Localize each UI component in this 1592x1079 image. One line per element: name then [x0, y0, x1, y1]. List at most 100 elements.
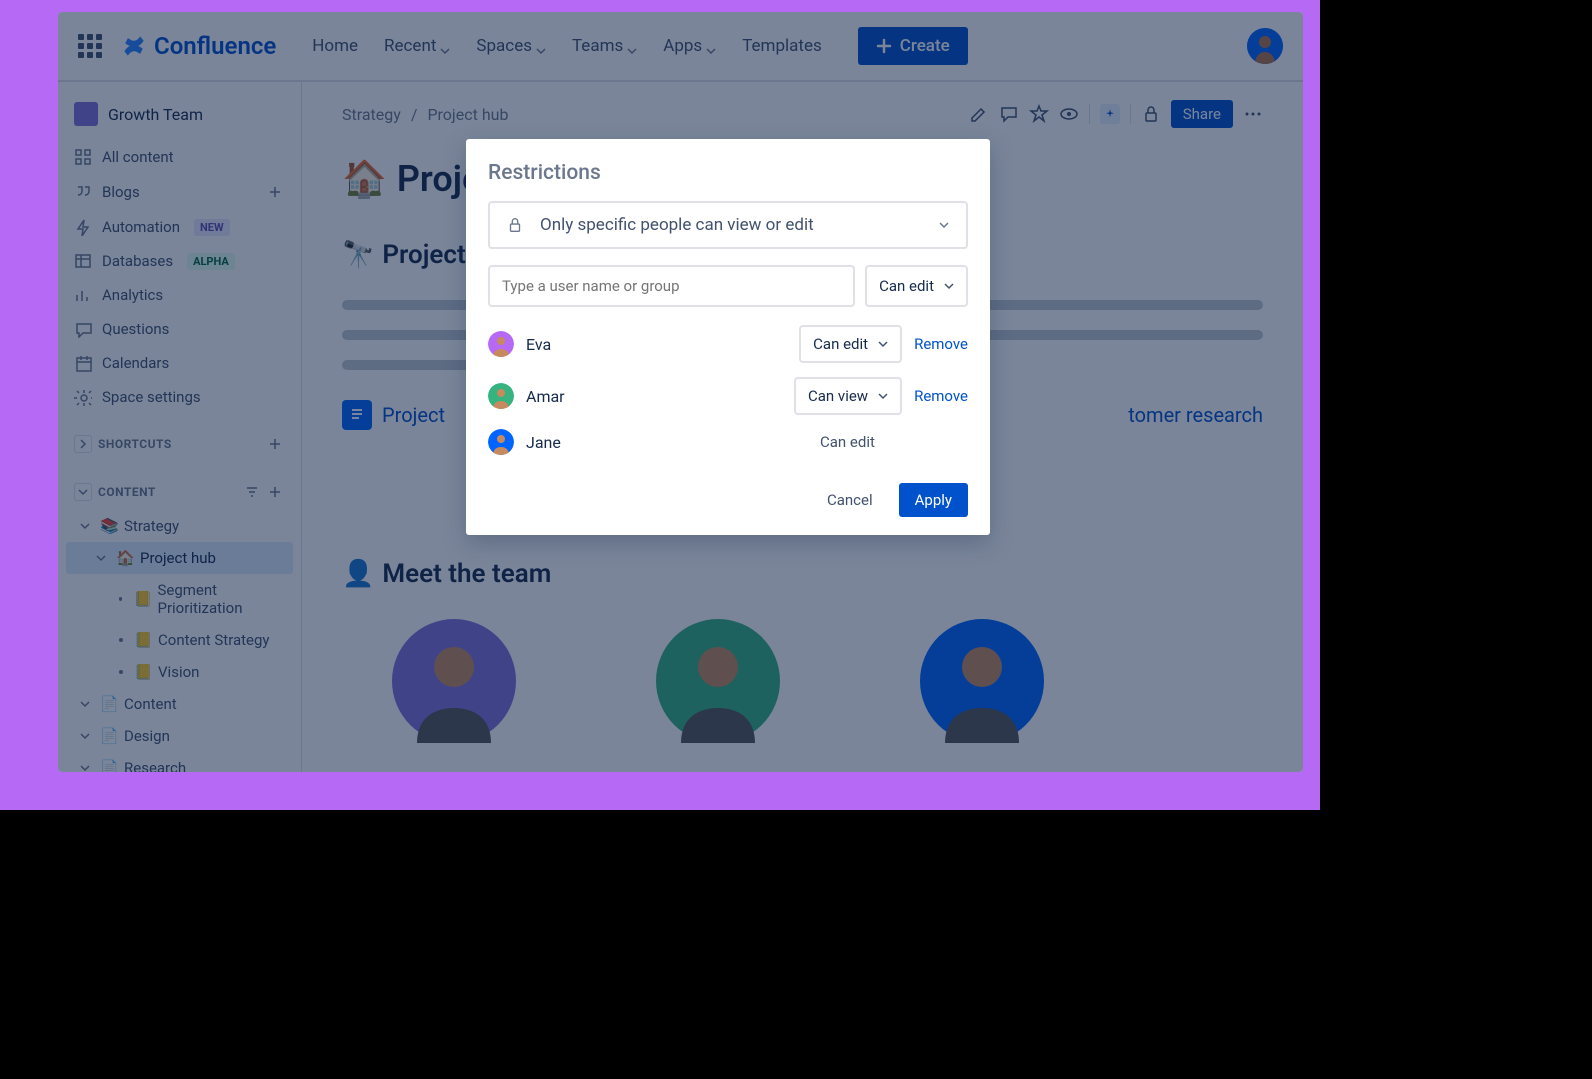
sidebar-item-all-content[interactable]: All content: [66, 140, 293, 174]
tree-item-segment-prioritization[interactable]: 📒Segment Prioritization: [66, 574, 293, 624]
chevron-down-icon[interactable]: [80, 759, 94, 772]
add-shortcut-button[interactable]: [265, 434, 285, 454]
chevron-down-icon: [938, 219, 950, 231]
user-search-input[interactable]: [488, 265, 855, 307]
confluence-logo[interactable]: Confluence: [120, 32, 276, 60]
watch-icon[interactable]: [1059, 104, 1079, 124]
star-icon[interactable]: [1029, 104, 1049, 124]
sidebar-item-label: Questions: [102, 320, 169, 338]
filter-icon[interactable]: [245, 485, 259, 499]
apply-button[interactable]: Apply: [899, 483, 968, 517]
restrictions-modal: Restrictions Only specific people can vi…: [466, 139, 990, 535]
permission-select[interactable]: Can edit: [865, 265, 968, 307]
page-link[interactable]: tomer research: [1128, 403, 1263, 427]
nav-item-teams[interactable]: Teams: [572, 36, 637, 56]
nav-item-templates[interactable]: Templates: [742, 36, 822, 56]
nav-item-apps[interactable]: Apps: [663, 36, 716, 56]
sidebar-item-databases[interactable]: DatabasesALPHA: [66, 244, 293, 278]
tree-item-content[interactable]: 📄Content: [66, 688, 293, 720]
remove-link[interactable]: Remove: [914, 387, 968, 405]
breadcrumb-item[interactable]: Strategy: [342, 105, 401, 124]
tree-item-vision[interactable]: 📒Vision: [66, 656, 293, 688]
chevron-down-icon[interactable]: [96, 549, 110, 567]
page-title-icon: 🏠: [342, 158, 387, 200]
sidebar: Growth Team All content Blogs AutomationNE…: [58, 82, 302, 772]
permission-select[interactable]: Can edit: [799, 325, 902, 363]
restriction-mode-select[interactable]: Only specific people can view or edit: [488, 201, 968, 249]
team-avatar[interactable]: [656, 619, 780, 743]
confluence-icon: [120, 32, 148, 60]
tree-item-research[interactable]: 📄Research: [66, 752, 293, 772]
permission-value: Can edit: [813, 335, 868, 353]
sidebar-item-space-settings[interactable]: Space settings: [66, 380, 293, 414]
chevron-down-icon[interactable]: [74, 483, 92, 501]
create-button[interactable]: Create: [858, 27, 968, 65]
ai-icon[interactable]: [1100, 104, 1120, 124]
edit-icon[interactable]: [969, 104, 989, 124]
user-name: Eva: [526, 335, 787, 354]
lock-icon[interactable]: [1141, 104, 1161, 124]
nav-item-recent[interactable]: Recent: [384, 36, 450, 56]
share-button[interactable]: Share: [1171, 100, 1233, 128]
sidebar-item-label: Blogs: [102, 183, 140, 201]
permission-select[interactable]: Can view: [794, 377, 902, 415]
content-section-header[interactable]: CONTENT: [66, 474, 293, 510]
chevron-down-icon: [944, 281, 954, 291]
chevron-down-icon: [440, 41, 450, 51]
team-avatar[interactable]: [392, 619, 516, 743]
shortcuts-label: SHORTCUTS: [98, 437, 172, 451]
breadcrumb-item[interactable]: Project hub: [427, 105, 508, 124]
sidebar-item-automation[interactable]: AutomationNEW: [66, 210, 293, 244]
space-header[interactable]: Growth Team: [66, 94, 293, 134]
chat-icon: [74, 320, 92, 338]
chevron-down-icon[interactable]: [80, 695, 94, 713]
modal-title: Restrictions: [488, 161, 968, 185]
page-icon: 📒: [134, 663, 152, 681]
add-content-button[interactable]: [265, 482, 285, 502]
chevron-down-icon: [536, 41, 546, 51]
user-avatar: [488, 383, 514, 409]
grid-icon: [74, 148, 92, 166]
sidebar-item-blogs[interactable]: Blogs: [66, 174, 293, 210]
chevron-down-icon[interactable]: [80, 517, 94, 535]
tree-item-project-hub[interactable]: 🏠 Project hub: [66, 542, 293, 574]
team-avatar[interactable]: [920, 619, 1044, 743]
content-label: CONTENT: [98, 485, 156, 499]
nav-item-home[interactable]: Home: [312, 36, 358, 56]
chevron-down-icon: [706, 41, 716, 51]
bullet: [119, 597, 122, 601]
tree-item-label: Content: [124, 695, 177, 713]
permission-value: Can edit: [810, 433, 912, 451]
user-avatar: [488, 429, 514, 455]
sidebar-item-label: Space settings: [102, 388, 201, 406]
comment-icon[interactable]: [999, 104, 1019, 124]
app-switcher-icon[interactable]: [78, 34, 102, 58]
remove-link[interactable]: Remove: [914, 335, 968, 353]
add-button[interactable]: [265, 182, 285, 202]
user-row: AmarCan viewRemove: [488, 377, 968, 415]
space-name: Growth Team: [108, 105, 203, 124]
sidebar-item-analytics[interactable]: Analytics: [66, 278, 293, 312]
sidebar-item-questions[interactable]: Questions: [66, 312, 293, 346]
tree-item-content-strategy[interactable]: 📒Content Strategy: [66, 624, 293, 656]
tree-item-design[interactable]: 📄Design: [66, 720, 293, 752]
page-icon: 🏠: [116, 549, 134, 567]
top-navigation: Confluence Home Recent Spaces Teams Apps Temp…: [58, 12, 1303, 82]
breadcrumb: Strategy / Project hub Share: [342, 100, 1263, 128]
chevron-down-icon[interactable]: [80, 727, 94, 745]
page-icon: 📄: [100, 727, 118, 745]
permission-value: Can edit: [879, 277, 934, 295]
user-avatar[interactable]: [1247, 28, 1283, 64]
page-link[interactable]: Project: [382, 403, 445, 427]
nav-item-spaces[interactable]: Spaces: [476, 36, 546, 56]
tree-item-strategy[interactable]: 📚Strategy: [66, 510, 293, 542]
sidebar-item-label: Databases: [102, 252, 173, 270]
tree-item-label: Project hub: [140, 549, 216, 567]
tree-item-label: Segment Prioritization: [157, 581, 287, 617]
sidebar-item-label: Analytics: [102, 286, 163, 304]
sidebar-item-calendars[interactable]: Calendars: [66, 346, 293, 380]
chevron-right-icon[interactable]: [74, 435, 92, 453]
more-icon[interactable]: [1243, 104, 1263, 124]
cancel-button[interactable]: Cancel: [815, 483, 885, 517]
shortcuts-section-header[interactable]: SHORTCUTS: [66, 426, 293, 462]
